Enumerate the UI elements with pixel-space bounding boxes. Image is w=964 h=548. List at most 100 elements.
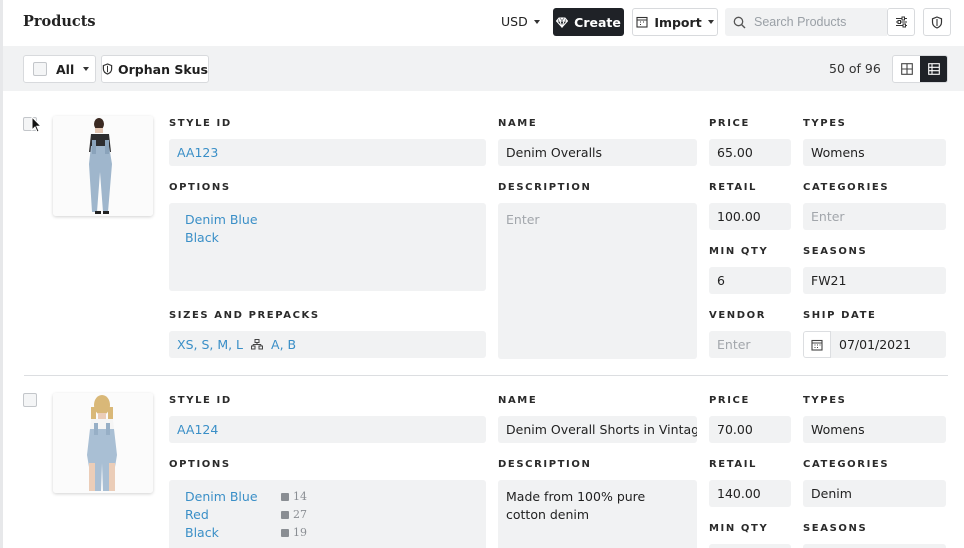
- diamond-icon: [556, 16, 569, 28]
- min-qty-label: MIN QTY: [709, 246, 769, 257]
- price-field[interactable]: 65.00: [709, 139, 791, 166]
- currency-label: USD: [501, 14, 528, 29]
- name-field[interactable]: Denim Overalls: [498, 139, 697, 166]
- page-title: Products: [23, 13, 96, 30]
- retail-field[interactable]: 140.00: [709, 480, 791, 507]
- option-qty: 27: [281, 506, 307, 524]
- name-label: NAME: [498, 118, 538, 129]
- seasons-field[interactable]: [803, 544, 946, 548]
- list-toolbar: All Orphan Skus 50 of 96: [3, 46, 964, 91]
- product-card: STYLE ID AA124 NAME Denim Overall Shorts…: [3, 376, 964, 548]
- types-label: TYPES: [803, 395, 847, 406]
- name-field[interactable]: Denim Overall Shorts in Vintage Wash: [498, 416, 697, 443]
- product-image[interactable]: [53, 393, 153, 493]
- sizes-field[interactable]: XS, S, M, L A, B: [169, 331, 486, 358]
- option-qty: 14: [281, 488, 307, 506]
- orphan-skus-button[interactable]: Orphan Skus: [101, 55, 209, 83]
- calendar-icon: [811, 339, 823, 351]
- description-field[interactable]: Made from 100% pure cotton denim: [498, 480, 697, 548]
- options-box[interactable]: Denim Blue Black: [169, 203, 486, 291]
- row-checkbox[interactable]: [23, 393, 37, 407]
- search-box: [725, 8, 887, 36]
- import-label: Import: [654, 14, 702, 30]
- ship-date-value: 07/01/2021: [839, 337, 912, 352]
- description-field[interactable]: Enter: [498, 203, 697, 359]
- description-label: DESCRIPTION: [498, 459, 592, 470]
- categories-label: CATEGORIES: [803, 182, 890, 193]
- name-label: NAME: [498, 395, 538, 406]
- select-all-label: All: [56, 61, 75, 77]
- types-field[interactable]: Womens: [803, 139, 946, 166]
- select-all-dropdown[interactable]: All: [23, 55, 96, 83]
- description-label: DESCRIPTION: [498, 182, 592, 193]
- ship-date-field[interactable]: 07/01/2021: [803, 331, 946, 358]
- orphan-skus-label: Orphan Skus: [118, 61, 208, 77]
- calendar-button[interactable]: [803, 331, 831, 358]
- style-id-field[interactable]: AA124: [169, 416, 486, 443]
- create-button[interactable]: Create: [553, 8, 624, 36]
- shield-icon: [102, 63, 113, 75]
- shield-icon: [931, 15, 943, 29]
- price-label: PRICE: [709, 395, 750, 406]
- vendor-field[interactable]: Enter: [709, 331, 791, 358]
- min-qty-field[interactable]: [709, 544, 791, 548]
- stack-icon: [281, 529, 289, 537]
- seasons-label: SEASONS: [803, 523, 868, 534]
- style-id-label: STYLE ID: [169, 118, 232, 129]
- option-item[interactable]: Black: [185, 229, 470, 247]
- seasons-label: SEASONS: [803, 246, 868, 257]
- product-image[interactable]: [53, 116, 153, 216]
- mouse-cursor-icon: [31, 116, 42, 133]
- shield-button[interactable]: [923, 8, 951, 36]
- result-count: 50 of 96: [829, 61, 881, 76]
- product-photo: [53, 393, 153, 493]
- options-label: OPTIONS: [169, 459, 231, 470]
- categories-field[interactable]: Denim: [803, 480, 946, 507]
- ship-date-label: SHIP DATE: [803, 310, 877, 321]
- list-view-button[interactable]: [920, 56, 947, 82]
- categories-label: CATEGORIES: [803, 459, 890, 470]
- stack-icon: [281, 511, 289, 519]
- option-row[interactable]: Denim Blue 14: [185, 488, 470, 506]
- sizes-value: XS, S, M, L: [177, 337, 244, 352]
- search-input[interactable]: [754, 15, 884, 29]
- chevron-down-icon: [83, 67, 90, 71]
- import-button[interactable]: Import: [632, 8, 718, 36]
- option-row[interactable]: Red 27: [185, 506, 470, 524]
- retail-label: RETAIL: [709, 182, 758, 193]
- top-header: Products USD Create Import: [0, 0, 964, 46]
- price-label: PRICE: [709, 118, 750, 129]
- retail-field[interactable]: 100.00: [709, 203, 791, 230]
- prepack-icon: [251, 339, 264, 350]
- options-box[interactable]: Denim Blue 14 Red 27 Black 19: [169, 480, 486, 548]
- options-label: OPTIONS: [169, 182, 231, 193]
- view-toggle: [892, 55, 948, 83]
- sizes-label: SIZES AND PREPACKS: [169, 310, 320, 321]
- types-field[interactable]: Womens: [803, 416, 946, 443]
- chevron-down-icon: [707, 20, 714, 24]
- stack-icon: [281, 493, 289, 501]
- option-item: Red: [185, 507, 209, 522]
- vendor-label: VENDOR: [709, 310, 767, 321]
- min-qty-label: MIN QTY: [709, 523, 769, 534]
- price-field[interactable]: 70.00: [709, 416, 791, 443]
- option-item: Denim Blue: [185, 489, 258, 504]
- filter-button[interactable]: [887, 8, 915, 36]
- types-label: TYPES: [803, 118, 847, 129]
- option-qty: 19: [281, 524, 307, 542]
- currency-dropdown[interactable]: USD: [501, 14, 540, 29]
- product-card: STYLE ID AA123 NAME Denim Overalls PRICE…: [3, 91, 964, 376]
- sliders-icon: [895, 16, 907, 28]
- retail-label: RETAIL: [709, 459, 758, 470]
- table-icon: [927, 63, 940, 75]
- min-qty-field[interactable]: 6: [709, 267, 791, 294]
- product-photo: [53, 116, 153, 216]
- select-all-checkbox[interactable]: [33, 62, 47, 76]
- grid-view-button[interactable]: [893, 56, 920, 82]
- option-row[interactable]: Black 19: [185, 524, 470, 542]
- option-item[interactable]: Denim Blue: [185, 211, 470, 229]
- chevron-down-icon: [533, 19, 540, 24]
- seasons-field[interactable]: FW21: [803, 267, 946, 294]
- categories-field[interactable]: Enter: [803, 203, 946, 230]
- style-id-field[interactable]: AA123: [169, 139, 486, 166]
